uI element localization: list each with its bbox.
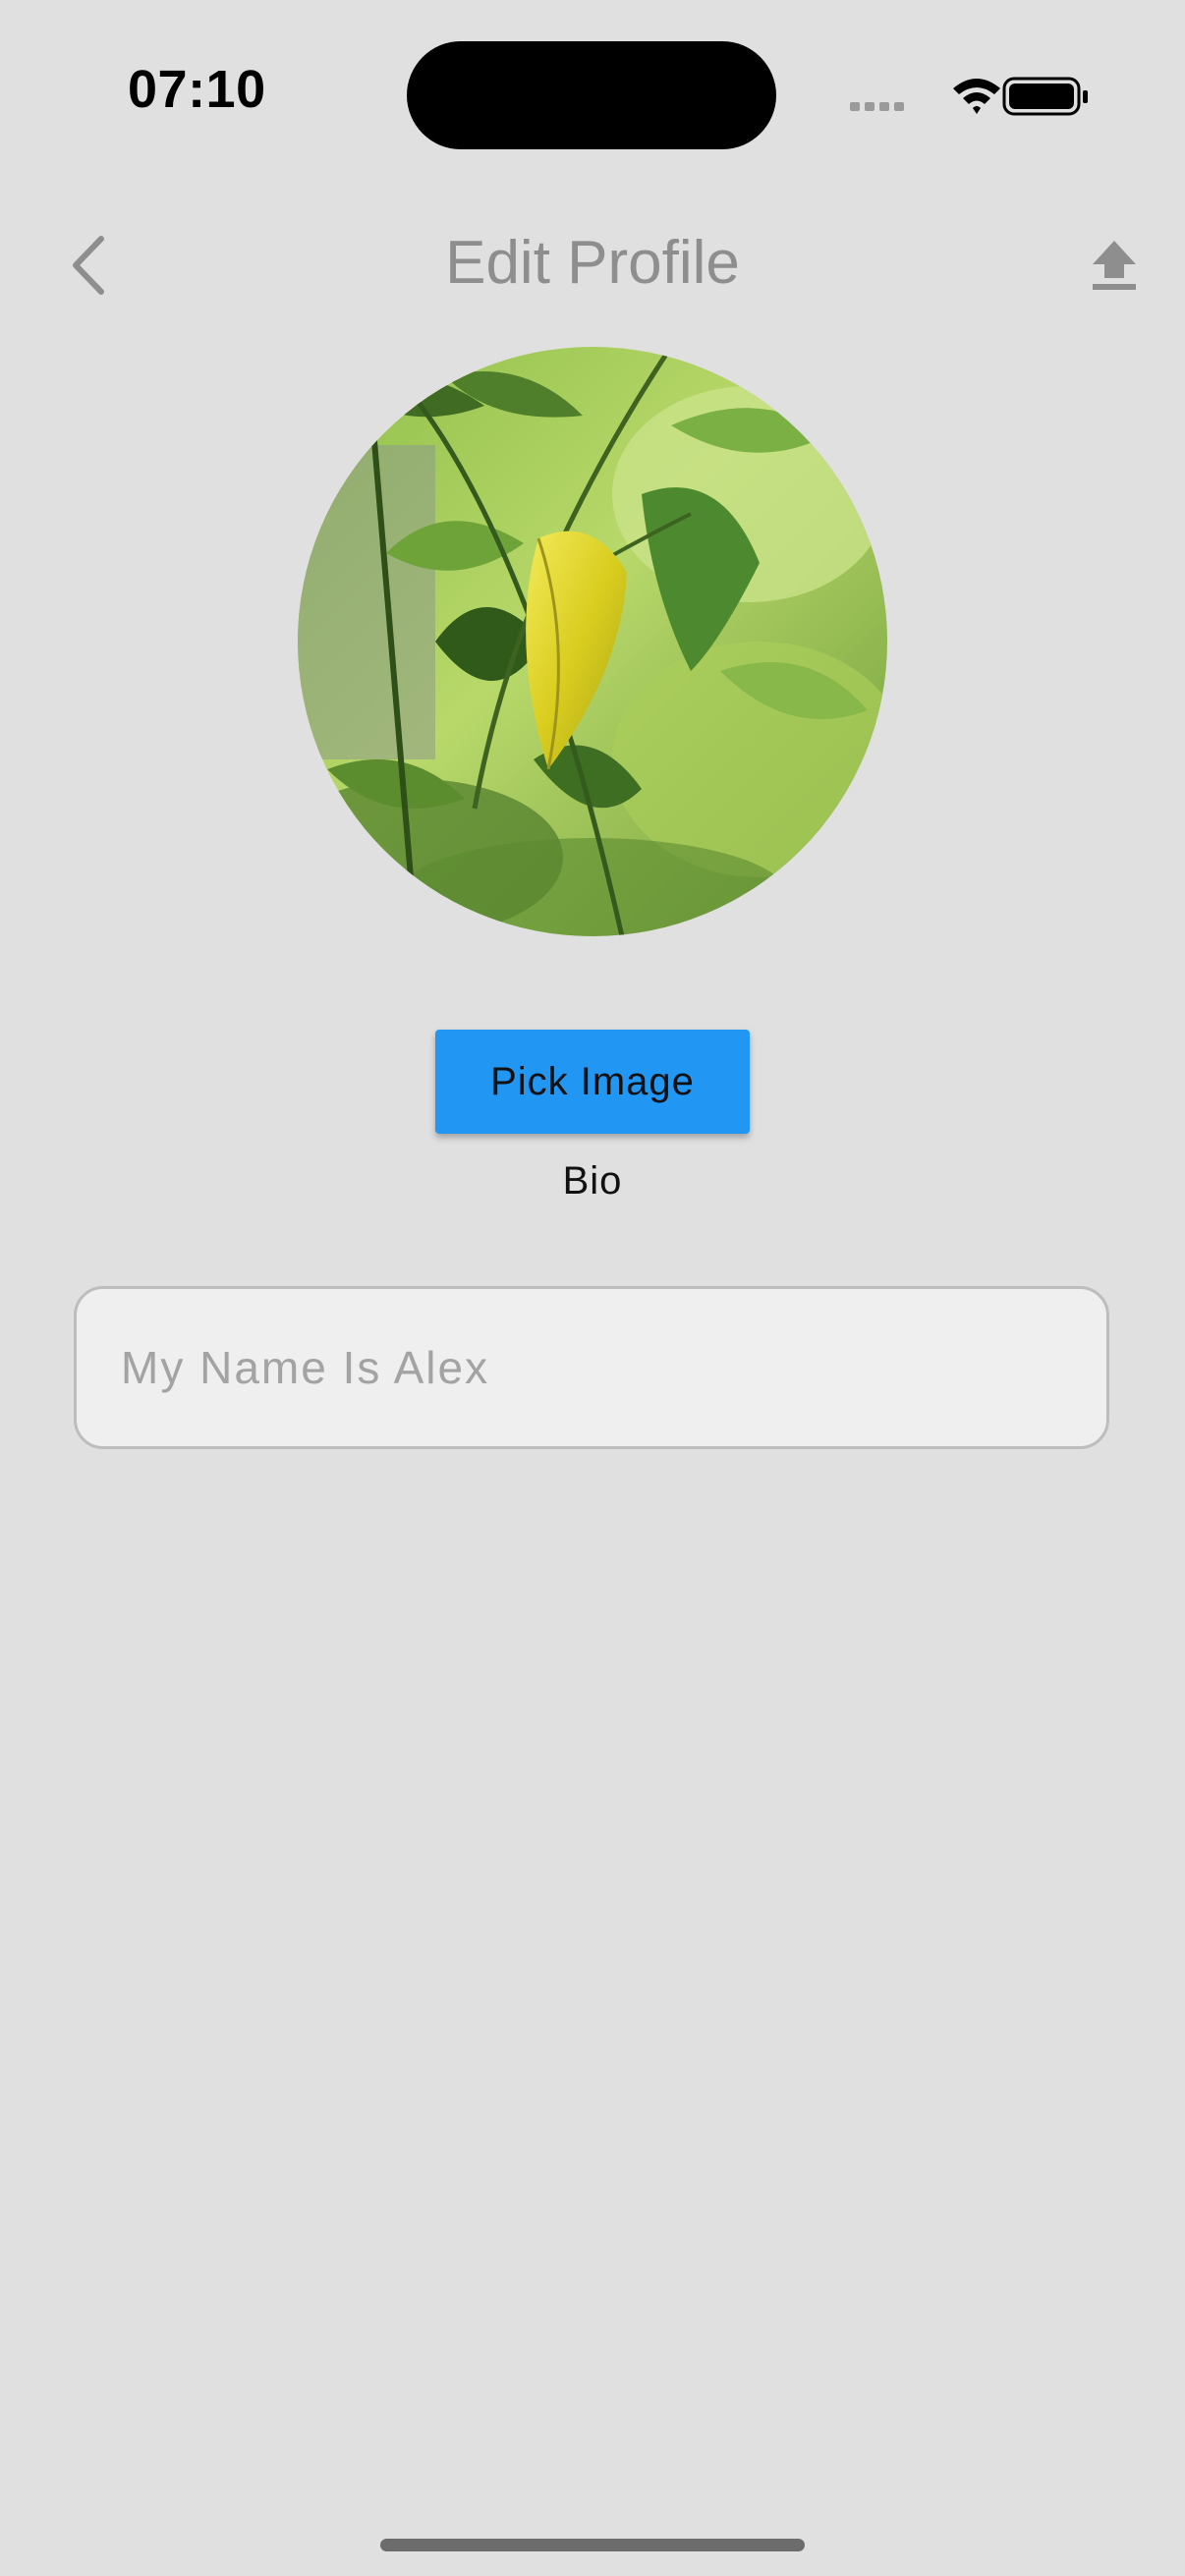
status-icons bbox=[845, 71, 1091, 120]
bio-input[interactable] bbox=[74, 1286, 1109, 1449]
pick-image-button[interactable]: Pick Image bbox=[435, 1030, 750, 1134]
upload-button[interactable] bbox=[1076, 228, 1153, 305]
profile-avatar[interactable] bbox=[298, 347, 887, 936]
page-title: Edit Profile bbox=[445, 229, 740, 297]
home-indicator[interactable] bbox=[380, 2539, 805, 2551]
status-time: 07:10 bbox=[128, 60, 266, 119]
dynamic-island bbox=[407, 41, 776, 149]
cellular-signal-icon bbox=[850, 102, 904, 111]
nav-bar: Edit Profile bbox=[0, 206, 1185, 324]
bio-label: Bio bbox=[562, 1159, 623, 1203]
wifi-icon bbox=[953, 79, 1000, 114]
status-bar: 07:10 bbox=[0, 0, 1185, 187]
battery-icon bbox=[1002, 77, 1088, 116]
leaf-photo bbox=[298, 347, 887, 936]
upload-icon bbox=[1093, 241, 1136, 290]
